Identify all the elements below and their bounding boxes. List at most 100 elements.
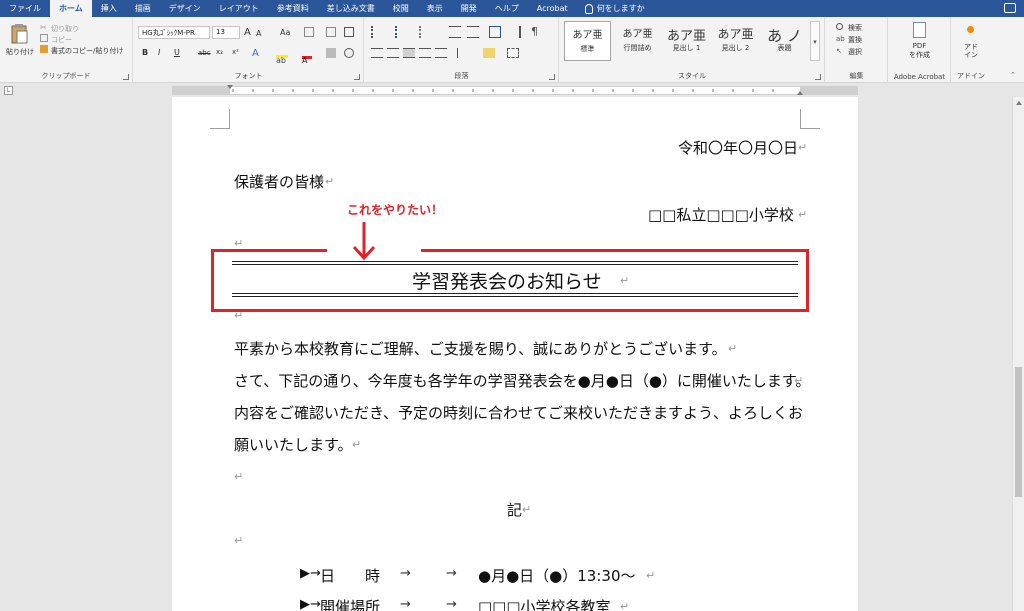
format-painter-button[interactable]: 書式のコピー/貼り付け: [51, 46, 123, 56]
addins-group-label: アドイン: [957, 72, 985, 80]
phonetic-guide-icon[interactable]: [326, 27, 336, 37]
collapse-ribbon-icon[interactable]: ⌃: [1010, 71, 1016, 79]
tell-me-box[interactable]: 何をしますか: [577, 0, 645, 17]
tab-references[interactable]: 参考資料: [268, 0, 318, 17]
font-launcher-icon[interactable]: [354, 74, 360, 80]
scrollbar-thumb[interactable]: [1015, 367, 1022, 497]
distributed-icon[interactable]: [435, 48, 447, 58]
create-pdf-line2[interactable]: を作成: [889, 50, 950, 60]
numbering-icon[interactable]: [395, 26, 411, 38]
styles-group-label: スタイル: [678, 72, 706, 80]
line-spacing-icon[interactable]: [457, 48, 469, 58]
tab-view[interactable]: 表示: [418, 0, 452, 17]
document-page[interactable]: 令和〇年〇月〇日 ↵ 保護者の皆様 ↵ □□私立□□□小学校 ↵ ↵ 学習発表会…: [172, 97, 858, 611]
addins-group: アド イン アドイン: [952, 17, 990, 83]
indent-marker-icon[interactable]: [227, 85, 233, 89]
font-color-icon[interactable]: A: [302, 48, 312, 65]
font-size-select[interactable]: 13: [212, 26, 240, 39]
text-effects-icon[interactable]: A: [252, 48, 259, 59]
enclosed-char-icon[interactable]: [344, 48, 354, 58]
tab-design[interactable]: デザイン: [160, 0, 210, 17]
item-label-datetime: 日 時: [320, 567, 381, 585]
create-pdf-line1[interactable]: PDF: [889, 42, 950, 50]
bullets-icon[interactable]: [371, 26, 387, 38]
styles-launcher-icon[interactable]: [815, 74, 821, 80]
ki-heading: 記: [507, 501, 523, 519]
font-name-select[interactable]: HG丸ｺﾞｼｯｸM-PR: [138, 26, 210, 39]
replace-button[interactable]: 置換: [848, 35, 862, 45]
ruler-bar[interactable]: [172, 86, 858, 95]
shrink-font-icon[interactable]: A: [256, 29, 261, 38]
style-title[interactable]: あ ノ 表題: [761, 21, 808, 61]
char-border-icon[interactable]: [344, 27, 354, 37]
format-painter-icon: [40, 45, 48, 53]
style-normal[interactable]: あア亜 標準: [564, 21, 611, 61]
paragraph-mark: ↵: [798, 208, 808, 221]
tab-draw[interactable]: 描画: [126, 0, 160, 17]
underline-button[interactable]: U: [174, 48, 180, 57]
style-heading-1[interactable]: あア亜 見出し 1: [663, 21, 710, 61]
tab-help[interactable]: ヘルプ: [486, 0, 528, 17]
align-left-icon[interactable]: [371, 48, 383, 58]
char-shading-icon[interactable]: [326, 48, 336, 58]
style-heading-2[interactable]: あア亜 見出し 2: [712, 21, 759, 61]
scroll-up-icon[interactable]: [1016, 101, 1022, 105]
justify-icon[interactable]: [419, 48, 431, 58]
align-right-icon[interactable]: [403, 48, 415, 58]
sort-icon[interactable]: [511, 26, 521, 38]
paragraph-mark: ↵: [522, 503, 532, 516]
tab-developer[interactable]: 開発: [452, 0, 486, 17]
styles-more-icon[interactable]: ▾: [810, 21, 820, 61]
tab-file[interactable]: ファイル: [0, 0, 50, 17]
change-case-button[interactable]: Aa: [280, 28, 290, 37]
asian-layout-icon[interactable]: [489, 26, 501, 38]
shading-icon[interactable]: [483, 48, 495, 58]
item-value-venue: □□□小学校各教室: [478, 598, 611, 611]
tab-layout[interactable]: レイアウト: [210, 0, 268, 17]
italic-button[interactable]: I: [158, 48, 160, 57]
vertical-scrollbar[interactable]: [1012, 97, 1024, 611]
show-marks-icon[interactable]: ¶: [531, 25, 538, 38]
grow-font-icon[interactable]: A: [244, 27, 251, 38]
tab-home[interactable]: ホーム: [50, 0, 92, 17]
clipboard-launcher-icon[interactable]: [123, 74, 129, 80]
comments-icon[interactable]: [1004, 3, 1016, 13]
multilevel-list-icon[interactable]: [419, 26, 435, 38]
strikethrough-button[interactable]: abc: [198, 49, 211, 57]
highlight-icon[interactable]: ab: [276, 48, 288, 65]
bold-button[interactable]: B: [142, 48, 148, 57]
cut-button[interactable]: 切り取り: [51, 24, 79, 34]
style-no-spacing-label: 行間詰め: [623, 44, 652, 52]
paste-button[interactable]: 貼り付け: [6, 47, 34, 57]
scissors-icon: ✂: [40, 23, 47, 32]
superscript-button[interactable]: x²: [232, 48, 239, 56]
annotation-label: これをやりたい！: [347, 203, 444, 217]
select-button[interactable]: 選択: [848, 47, 862, 57]
subscript-button[interactable]: x₂: [216, 48, 223, 56]
borders-icon[interactable]: [507, 48, 519, 58]
tab-mailings[interactable]: 差し込み文書: [318, 0, 384, 17]
align-center-icon[interactable]: [387, 48, 399, 58]
font-group-label: フォント: [234, 72, 263, 80]
body-line-2: さて、下記の通り、今年度も各学年の学習発表会を●月●日（●）に開催いたします。: [234, 372, 811, 390]
tab-review[interactable]: 校閲: [384, 0, 418, 17]
decrease-indent-icon[interactable]: [449, 26, 461, 38]
right-indent-marker-icon[interactable]: [797, 91, 803, 95]
paragraph-group: ¶ 段落: [365, 17, 559, 83]
style-heading-1-preview: あア亜: [666, 29, 706, 44]
addins-line2[interactable]: イン: [952, 50, 990, 60]
tab-acrobat[interactable]: Acrobat: [528, 0, 577, 17]
copy-icon: [40, 34, 48, 42]
tab-insert[interactable]: 挿入: [92, 0, 126, 17]
style-no-spacing[interactable]: あア亜 行間詰め: [614, 21, 661, 61]
paste-icon[interactable]: [10, 23, 28, 45]
find-button[interactable]: 検索: [848, 23, 862, 33]
tab-selector-icon[interactable]: L: [4, 86, 13, 95]
increase-indent-icon[interactable]: [467, 26, 479, 38]
clear-format-icon[interactable]: [304, 27, 314, 37]
date-text: 令和〇年〇月〇日: [678, 139, 799, 157]
copy-button[interactable]: コピー: [51, 35, 72, 45]
acrobat-group: PDF を作成 Adobe Acrobat: [889, 17, 951, 83]
paragraph-launcher-icon[interactable]: [549, 74, 555, 80]
style-normal-preview: あア亜: [572, 30, 603, 41]
